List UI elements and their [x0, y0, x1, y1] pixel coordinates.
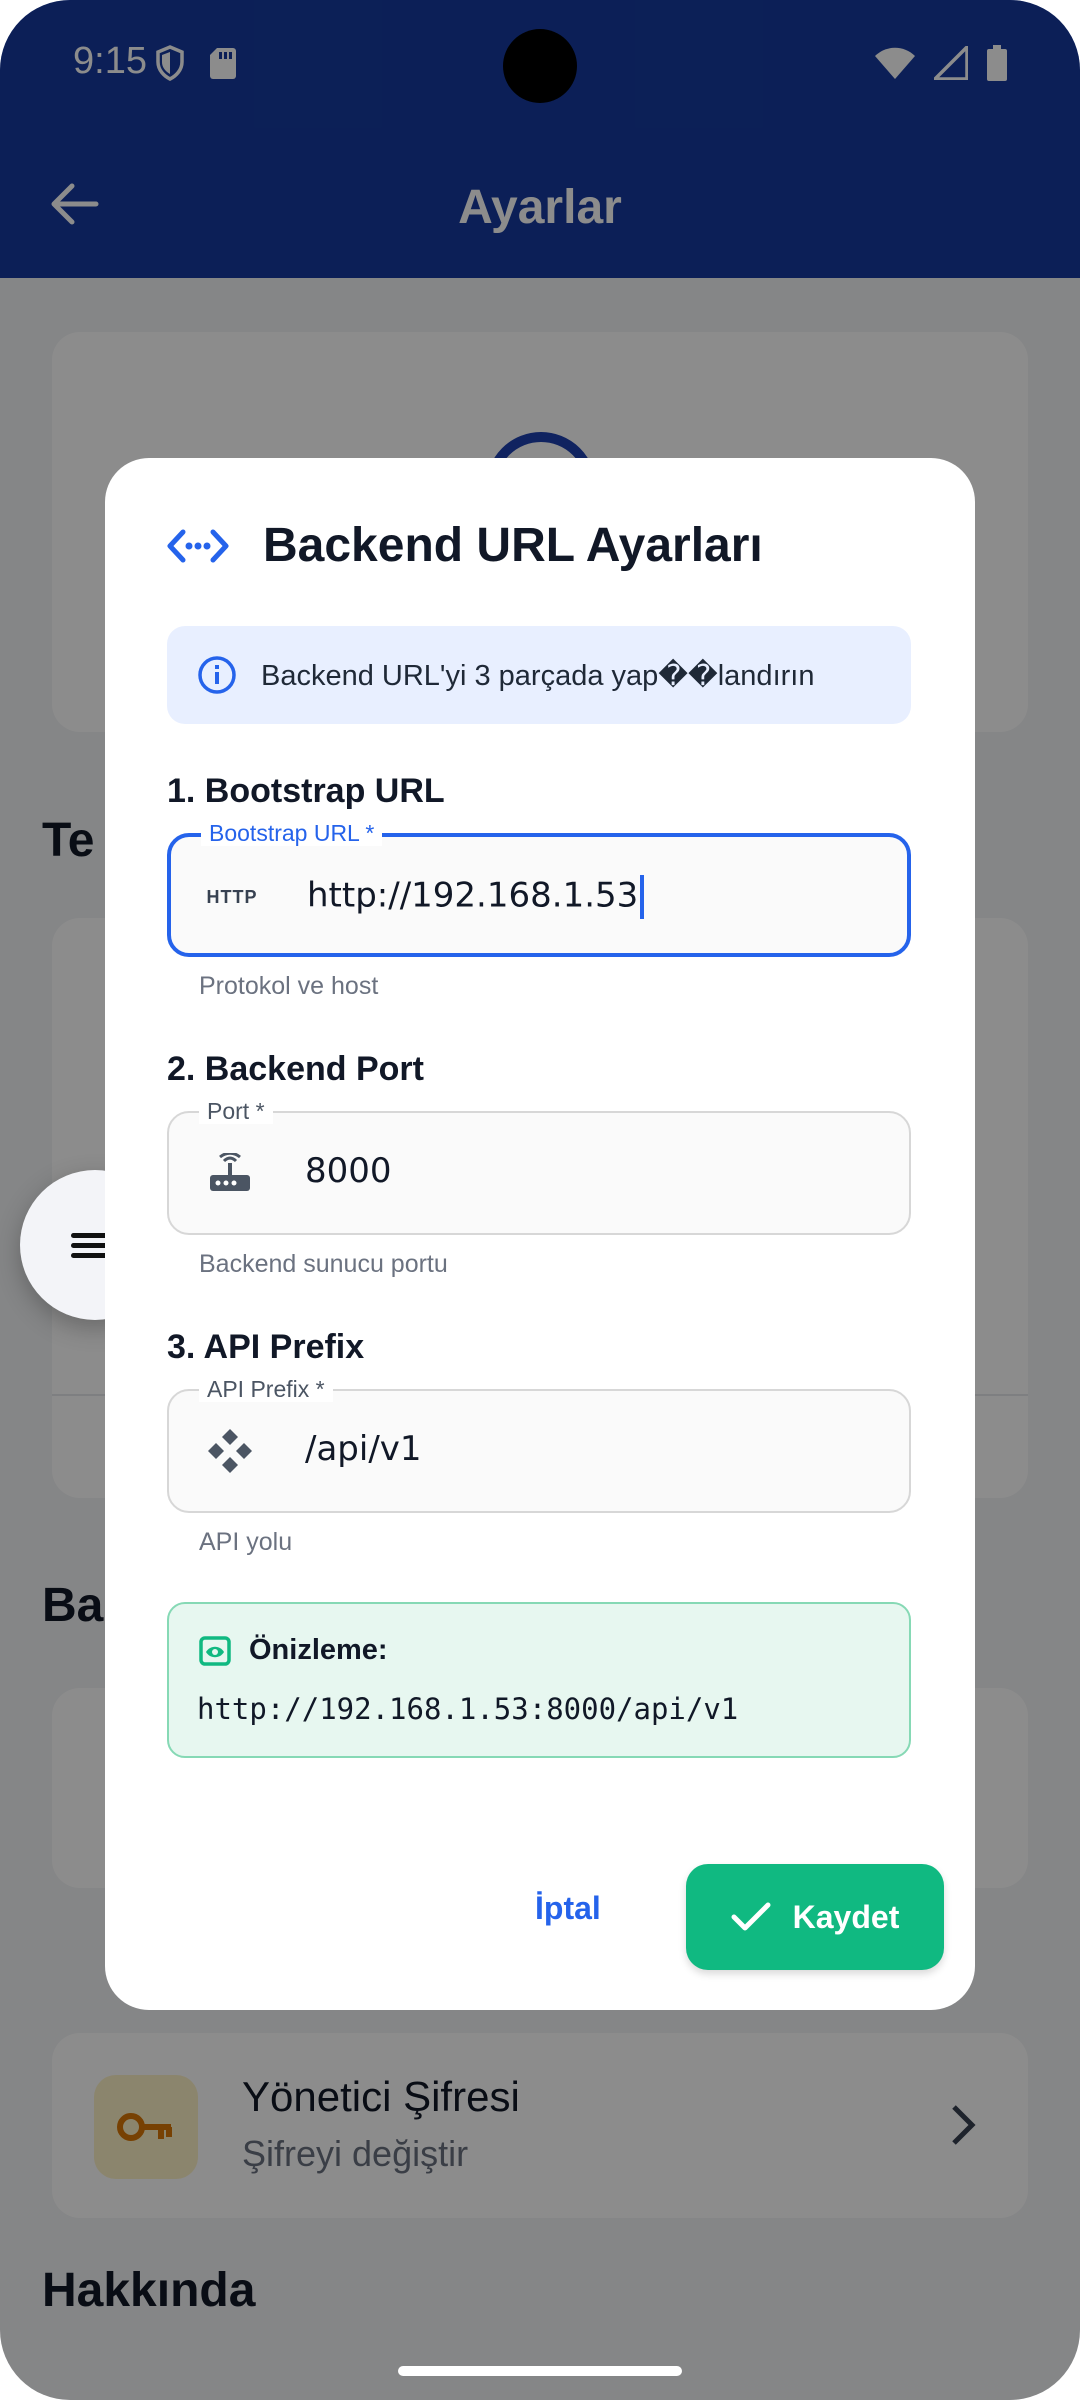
port-step-label: 2. Backend Port [167, 1050, 424, 1088]
bootstrap-url-input[interactable]: Bootstrap URL * HTTP http://192.168.1.53 [167, 820, 911, 957]
bootstrap-helper: Protokol ve host [199, 972, 379, 1000]
check-icon [731, 1902, 771, 1931]
phone-screen: 9:15 Ayarlar Te Ba Yönetici Şifresi Şifr… [0, 0, 1080, 2400]
api-icon [205, 1429, 255, 1473]
preview-header: Önizleme: [199, 1634, 388, 1667]
home-indicator[interactable] [398, 2366, 682, 2376]
save-button-label: Kaydet [792, 1898, 900, 1935]
api-prefix-helper: API yolu [199, 1528, 293, 1556]
port-value: 8000 [305, 1151, 392, 1191]
bootstrap-url-value: http://192.168.1.53 [307, 875, 645, 919]
api-prefix-label: API Prefix * [199, 1376, 333, 1402]
port-label: Port * [199, 1098, 273, 1124]
http-icon: HTTP [206, 886, 258, 907]
text-caret [640, 875, 645, 919]
port-helper: Backend sunucu portu [199, 1250, 448, 1278]
info-banner-text: Backend URL'yi 3 parçada yap��landırın [261, 659, 815, 692]
dialog-title: Backend URL Ayarları [263, 519, 763, 572]
preview-url: http://192.168.1.53:8000/api/v1 [197, 1692, 739, 1726]
api-prefix-value: /api/v1 [305, 1429, 422, 1469]
cancel-button[interactable]: İptal [535, 1890, 601, 1927]
prefix-step-label: 3. API Prefix [167, 1328, 365, 1366]
api-prefix-input[interactable]: API Prefix * /api/v1 [167, 1376, 911, 1513]
save-button[interactable]: Kaydet [686, 1864, 944, 1970]
info-banner: Backend URL'yi 3 parçada yap��landırın [167, 626, 911, 724]
url-preview-box: Önizleme: http://192.168.1.53:8000/api/v… [167, 1602, 911, 1758]
bootstrap-url-label: Bootstrap URL * [201, 820, 383, 846]
code-arrows-icon [167, 529, 229, 562]
bootstrap-step-label: 1. Bootstrap URL [167, 772, 445, 810]
router-icon [205, 1151, 255, 1195]
port-input[interactable]: Port * 8000 [167, 1098, 911, 1235]
info-outline-icon [198, 656, 236, 694]
dialog-header: Backend URL Ayarları [167, 518, 763, 573]
preview-title: Önizleme: [249, 1634, 388, 1666]
backend-url-dialog: Backend URL Ayarları Backend URL'yi 3 pa… [105, 458, 975, 2010]
preview-eye-icon [199, 1635, 231, 1666]
